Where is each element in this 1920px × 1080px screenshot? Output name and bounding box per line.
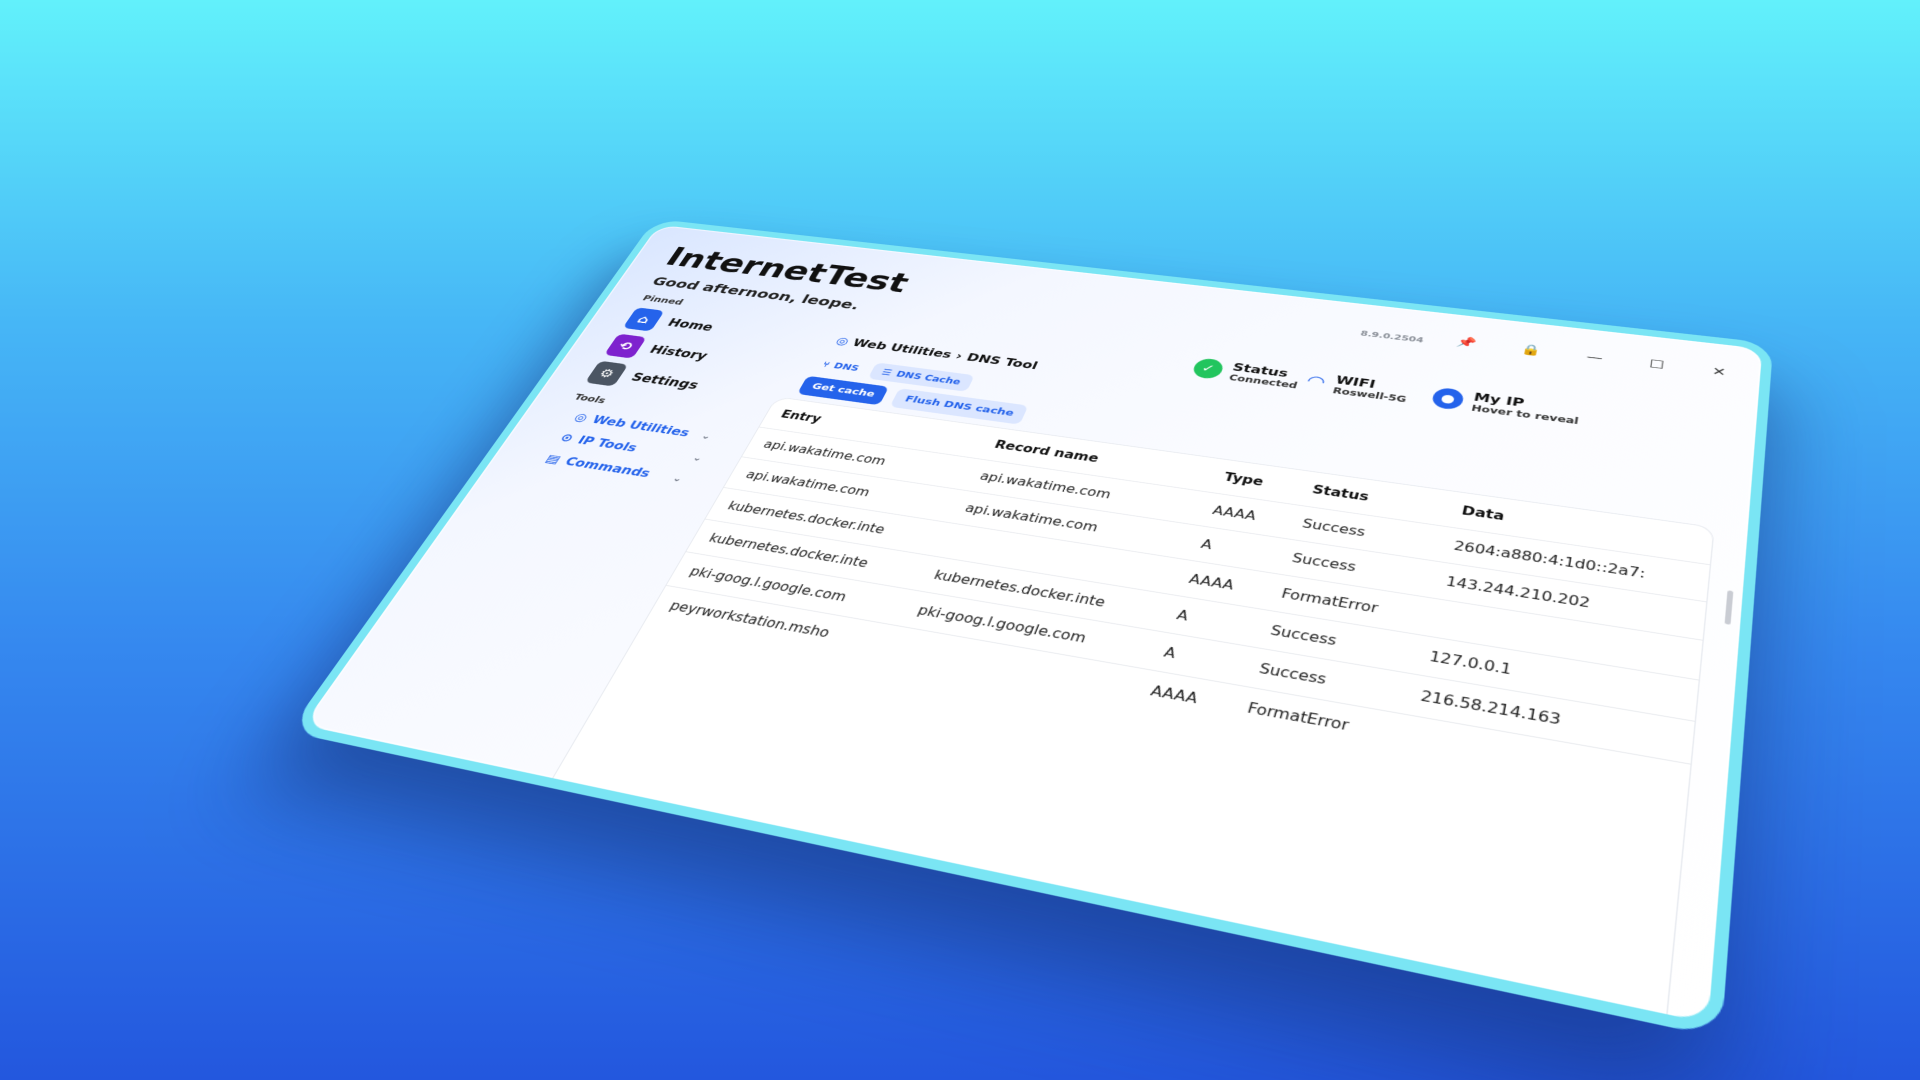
app-window: InternetTest Good afternoon, leope. Pinn… bbox=[288, 218, 1774, 1039]
home-icon: ⌂ bbox=[622, 307, 665, 332]
wifi-status: ◠ WIFI Roswell-5G bbox=[1303, 370, 1410, 405]
version-label: 8.9.0.2504 bbox=[1359, 329, 1425, 345]
chevron-down-icon: ⌄ bbox=[670, 472, 686, 484]
pinned-label: Pinned bbox=[640, 293, 686, 308]
list-icon: ☰ bbox=[879, 367, 894, 378]
sidebar-item-settings[interactable]: ⚙ Settings bbox=[584, 360, 704, 398]
check-icon: ✓ bbox=[1190, 357, 1226, 380]
gear-icon: ⚙ bbox=[584, 360, 629, 387]
location-pin-icon: ⊙ bbox=[557, 430, 577, 445]
sidebar-item-label: History bbox=[646, 343, 711, 363]
dns-cache-table: Entry Record name Type Status Data api.w… bbox=[544, 397, 1714, 1034]
connection-status: ✓ Status Connected bbox=[1190, 356, 1302, 390]
breadcrumb-separator: › bbox=[953, 349, 966, 363]
maximize-icon[interactable]: ☐ bbox=[1649, 357, 1665, 371]
get-cache-button[interactable]: Get cache bbox=[796, 375, 890, 406]
globe-user-icon: ● bbox=[1430, 386, 1466, 411]
sidebar-item-label: Web Utilities bbox=[589, 412, 693, 440]
my-ip-widget[interactable]: ● My IP Hover to reveal bbox=[1430, 385, 1581, 426]
chevron-down-icon: ⌄ bbox=[699, 430, 714, 441]
sidebar-item-label: IP Tools bbox=[574, 433, 641, 455]
lock-icon[interactable]: 🔒 bbox=[1520, 343, 1542, 357]
globe-icon: ◎ bbox=[833, 334, 852, 348]
pin-icon[interactable]: 📌 bbox=[1455, 335, 1477, 349]
wifi-icon: ◠ bbox=[1304, 372, 1328, 392]
minimize-icon[interactable]: — bbox=[1586, 350, 1604, 364]
sidebar-item-label: Commands bbox=[562, 454, 654, 481]
tab-dns[interactable]: ⑂ DNS bbox=[821, 360, 861, 373]
scrollbar[interactable] bbox=[1724, 590, 1734, 625]
sidebar-item-label: Settings bbox=[628, 370, 702, 393]
breadcrumb-parent[interactable]: Web Utilities bbox=[850, 337, 954, 361]
sidebar-item-label: Home bbox=[664, 316, 716, 334]
globe-icon: ◎ bbox=[571, 410, 592, 425]
breadcrumb-current: DNS Tool bbox=[964, 351, 1040, 372]
terminal-icon: ▤ bbox=[543, 451, 565, 466]
history-icon: ⟲ bbox=[604, 333, 647, 359]
chevron-down-icon: ⌄ bbox=[690, 452, 706, 463]
scene: InternetTest Good afternoon, leope. Pinn… bbox=[0, 0, 1920, 1080]
network-icon: ⑂ bbox=[820, 359, 832, 370]
tab-label: DNS Cache bbox=[894, 369, 963, 387]
sidebar-item-home[interactable]: ⌂ Home bbox=[622, 307, 719, 338]
window-controls: 📌 🔒 — ☐ ✕ bbox=[1455, 335, 1726, 379]
tools-label: Tools bbox=[571, 392, 608, 406]
tab-label: DNS bbox=[831, 361, 861, 373]
close-icon[interactable]: ✕ bbox=[1711, 365, 1726, 379]
